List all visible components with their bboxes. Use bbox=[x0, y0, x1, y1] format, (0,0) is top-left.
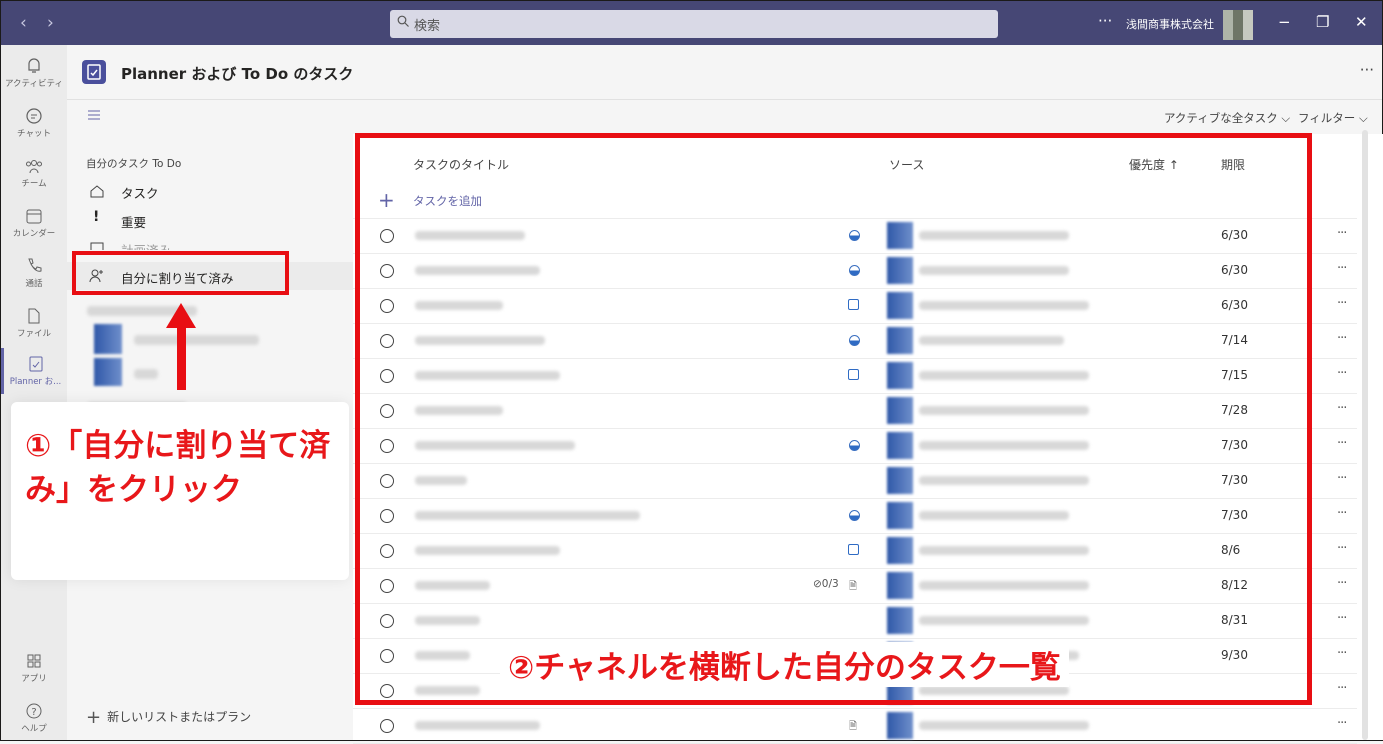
toolbar: アクティブな全タスク ⌵ フィルター ⌵ bbox=[67, 100, 1382, 134]
rail-label: アクティビティ bbox=[4, 79, 64, 89]
filter-active-label: アクティブな全タスク bbox=[1164, 111, 1278, 125]
rail-apps[interactable]: アプリ bbox=[1, 645, 67, 691]
row-more-icon[interactable]: ··· bbox=[1337, 506, 1347, 521]
search-placeholder: 検索 bbox=[414, 19, 441, 34]
rail-chat[interactable]: チャット bbox=[1, 100, 67, 146]
list-item-label: 計画済み bbox=[121, 240, 171, 250]
calendar-icon bbox=[90, 242, 104, 250]
app-header: Planner および To Do のタスク ··· bbox=[67, 45, 1382, 100]
chevron-down-icon: ⌵ bbox=[1358, 111, 1368, 125]
chat-icon bbox=[26, 108, 42, 124]
complete-checkbox-icon[interactable] bbox=[380, 719, 394, 733]
row-more-icon[interactable]: ··· bbox=[1337, 576, 1347, 591]
list-item-label: タスク bbox=[121, 186, 159, 201]
rail-label: カレンダー bbox=[12, 229, 56, 239]
filter-button[interactable]: フィルター ⌵ bbox=[1298, 110, 1368, 126]
rail-label: チーム bbox=[21, 179, 47, 189]
plan-icon bbox=[94, 324, 122, 354]
notes-icon: 🗎 bbox=[849, 721, 858, 732]
maximize-button[interactable]: ❐ bbox=[1316, 13, 1329, 31]
app-more-icon[interactable]: ··· bbox=[1360, 61, 1374, 79]
phone-icon bbox=[28, 258, 42, 272]
row-more-icon[interactable]: ··· bbox=[1337, 366, 1347, 381]
plan-icon bbox=[94, 358, 122, 386]
arrow-shaft bbox=[177, 322, 186, 390]
plus-icon: + bbox=[86, 707, 102, 728]
app-title: Planner および To Do のタスク bbox=[121, 65, 354, 83]
list-item-label: 重要 bbox=[121, 215, 147, 230]
title-bar: ‹ › 検索 ··· 浅間商事株式会社 − ❐ ✕ bbox=[1, 1, 1382, 45]
rail-label: 通話 bbox=[25, 279, 43, 289]
org-name: 浅間商事株式会社 bbox=[1126, 18, 1214, 31]
rail-label: Planner お... bbox=[9, 377, 62, 387]
blurred-text bbox=[134, 369, 158, 379]
rail-label: ファイル bbox=[16, 329, 51, 339]
rail-calendar[interactable]: カレンダー bbox=[1, 200, 67, 246]
rail-label: ヘルプ bbox=[21, 724, 47, 734]
rail-label: アプリ bbox=[21, 674, 47, 684]
hamburger-icon[interactable] bbox=[87, 108, 101, 122]
forward-arrow-icon[interactable]: › bbox=[47, 13, 54, 33]
highlight-box bbox=[72, 251, 289, 295]
rail-calls[interactable]: 通話 bbox=[1, 250, 67, 296]
row-more-icon[interactable]: ··· bbox=[1337, 296, 1347, 311]
exclamation-icon: ! bbox=[93, 209, 100, 225]
list-item-planned[interactable]: 計画済み bbox=[67, 234, 353, 250]
team-icon bbox=[26, 160, 42, 174]
svg-text:?: ? bbox=[31, 707, 36, 718]
more-options-icon[interactable]: ··· bbox=[1098, 12, 1112, 30]
planner-logo-icon bbox=[82, 60, 106, 84]
row-more-icon[interactable]: ··· bbox=[1337, 681, 1347, 696]
rail-team[interactable]: チーム bbox=[1, 150, 67, 196]
source-plan-icon bbox=[887, 712, 913, 739]
bell-icon bbox=[28, 58, 40, 73]
scrollbar[interactable] bbox=[1362, 130, 1368, 740]
active-tasks-filter[interactable]: アクティブな全タスク ⌵ bbox=[1164, 110, 1290, 126]
annotation-step1: ①「自分に割り当て済み」をクリック bbox=[25, 428, 331, 508]
row-more-icon[interactable]: ··· bbox=[1337, 331, 1347, 346]
rail-files[interactable]: ファイル bbox=[1, 300, 67, 346]
file-icon bbox=[28, 308, 40, 324]
row-more-icon[interactable]: ··· bbox=[1337, 226, 1347, 241]
rail-planner[interactable]: Planner お... bbox=[1, 348, 67, 394]
close-button[interactable]: ✕ bbox=[1355, 13, 1368, 31]
search-input[interactable]: 検索 bbox=[390, 10, 998, 38]
source-blurred bbox=[919, 721, 1089, 730]
minimize-button[interactable]: − bbox=[1278, 13, 1291, 31]
table-row[interactable]: 🗎 ··· bbox=[353, 708, 1357, 744]
back-arrow-icon[interactable]: ‹ bbox=[20, 13, 27, 33]
rail-label: チャット bbox=[17, 129, 51, 139]
list-item-tasks[interactable]: タスク bbox=[67, 177, 353, 205]
row-more-icon[interactable]: ··· bbox=[1337, 401, 1347, 416]
task-title-blurred[interactable] bbox=[415, 721, 540, 730]
row-more-icon[interactable]: ··· bbox=[1337, 471, 1347, 486]
help-icon: ? bbox=[26, 703, 42, 719]
annotation-step2: ②チャネルを横断した自分のタスク一覧 bbox=[500, 642, 1069, 687]
home-icon bbox=[90, 185, 104, 198]
highlight-box bbox=[355, 133, 1312, 705]
rail-activity[interactable]: アクティビティ bbox=[1, 50, 67, 96]
app-rail: アクティビティ チャット チーム カレンダー 通話 ファイル Planner お… bbox=[1, 45, 67, 740]
new-list-button[interactable]: + 新しいリストまたはプラン bbox=[86, 707, 251, 728]
filter-label: フィルター bbox=[1298, 111, 1356, 125]
chevron-down-icon: ⌵ bbox=[1281, 111, 1291, 125]
blurred-text bbox=[134, 335, 259, 345]
row-more-icon[interactable]: ··· bbox=[1337, 261, 1347, 276]
row-more-icon[interactable]: ··· bbox=[1337, 541, 1347, 556]
apps-icon bbox=[27, 654, 41, 668]
row-more-icon[interactable]: ··· bbox=[1337, 436, 1347, 451]
row-more-icon[interactable]: ··· bbox=[1337, 646, 1347, 661]
calendar-icon bbox=[26, 209, 42, 224]
list-item-important[interactable]: ! 重要 bbox=[67, 206, 353, 234]
rail-help[interactable]: ? ヘルプ bbox=[1, 695, 67, 741]
new-list-label: 新しいリストまたはプラン bbox=[107, 710, 252, 724]
search-icon bbox=[397, 15, 409, 27]
row-more-icon[interactable]: ··· bbox=[1337, 716, 1347, 731]
avatar[interactable] bbox=[1223, 10, 1253, 40]
row-more-icon[interactable]: ··· bbox=[1337, 611, 1347, 626]
panel-heading: 自分のタスク To Do bbox=[86, 158, 182, 170]
planner-icon bbox=[29, 356, 42, 372]
